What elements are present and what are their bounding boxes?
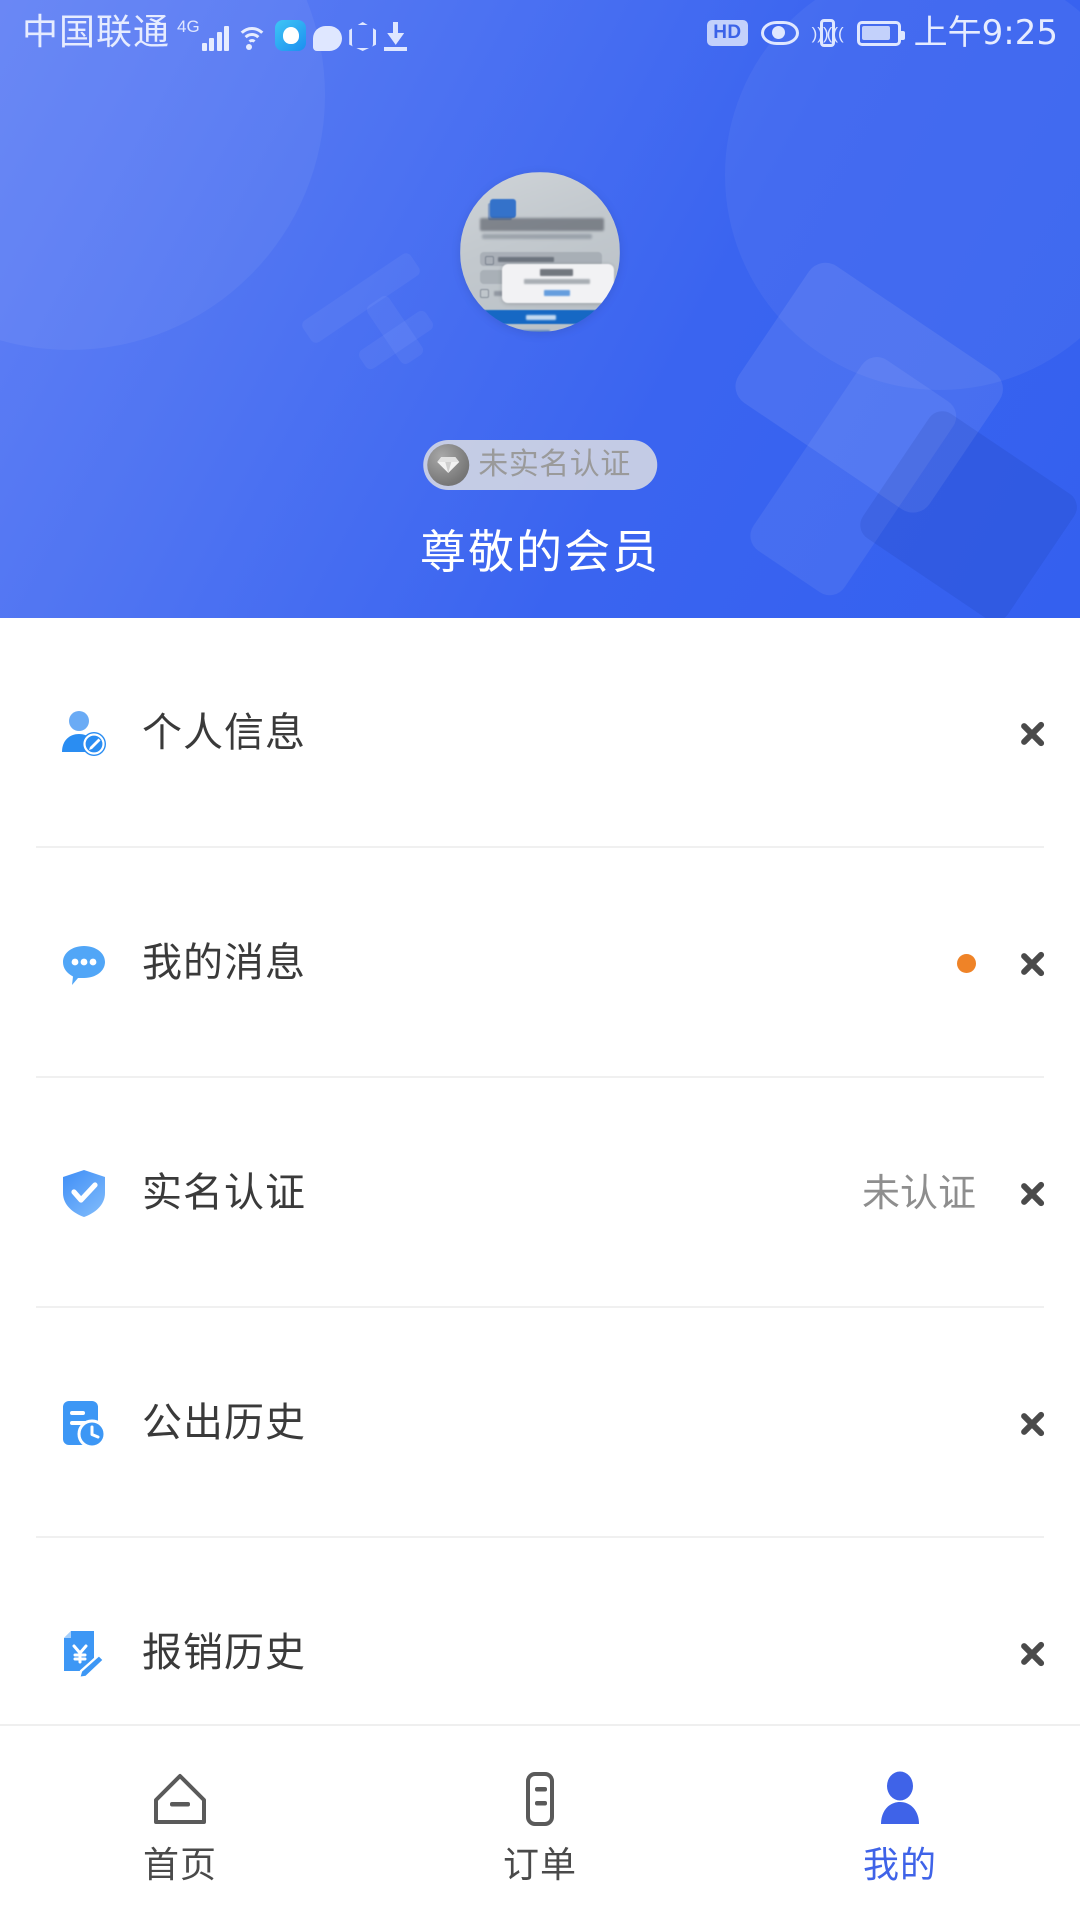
user-edit-icon	[56, 705, 112, 761]
menu-item-right	[957, 941, 1044, 985]
menu-item-real-name-verification[interactable]: 实名认证 未认证	[0, 1078, 1080, 1308]
bottom-tab-bar: 首页 订单 我的	[0, 1724, 1080, 1920]
menu-item-label: 报销历史	[142, 1630, 306, 1676]
app-screen: 未实名认证 尊敬的会员 中国联通 4G HD )))(((上午9:25 个人信…	[0, 0, 1080, 1920]
chevron-right-icon[interactable]	[1020, 1401, 1044, 1445]
decorative-zigzag-small	[296, 250, 446, 375]
carrier-name: 中国联通	[22, 12, 171, 53]
status-bar: 中国联通 4G HD )))((( 上午9:25	[0, 0, 1080, 66]
network-type-label: 4G	[177, 17, 200, 36]
menu-item-business-trip-history[interactable]: 公出历史	[0, 1308, 1080, 1538]
verification-status-value: 未认证	[861, 1171, 976, 1215]
tab-label: 我的	[862, 1845, 937, 1886]
chat-message-icon	[56, 935, 112, 991]
home-icon	[149, 1768, 211, 1830]
battery-icon	[856, 20, 905, 46]
hand-stop-icon	[349, 22, 376, 51]
signal-bars-icon: 4G	[177, 18, 230, 51]
receipt-yuan-pencil-icon	[56, 1625, 112, 1681]
document-clock-icon	[56, 1395, 112, 1451]
menu-item-right: 未认证	[862, 1171, 1044, 1215]
avatar[interactable]	[460, 172, 620, 332]
menu-item-personal-info[interactable]: 个人信息	[0, 618, 1080, 848]
menu-item-right	[1020, 1401, 1044, 1445]
chevron-right-icon[interactable]	[1020, 711, 1044, 755]
menu-item-label: 公出历史	[142, 1400, 306, 1446]
unread-dot-badge	[957, 953, 976, 973]
profile-person-icon	[869, 1768, 931, 1830]
menu-item-my-messages[interactable]: 我的消息	[0, 848, 1080, 1078]
customer-service-app-icon	[275, 20, 307, 51]
menu-item-label: 我的消息	[142, 940, 306, 986]
tab-orders[interactable]: 订单	[360, 1726, 720, 1920]
eye-care-icon	[760, 21, 799, 45]
chevron-right-icon[interactable]	[1020, 941, 1044, 985]
menu-item-right	[1020, 711, 1044, 755]
chat-bubble-icon	[313, 26, 343, 51]
chevron-right-icon[interactable]	[1020, 1631, 1044, 1675]
tab-mine[interactable]: 我的	[720, 1726, 1080, 1920]
menu-item-label: 实名认证	[142, 1170, 306, 1216]
profile-header: 未实名认证 尊敬的会员	[0, 0, 1080, 618]
chevron-right-icon[interactable]	[1020, 1171, 1044, 1215]
vibrate-icon: )))(((	[812, 18, 844, 48]
tab-home[interactable]: 首页	[0, 1726, 360, 1920]
download-icon	[383, 22, 408, 51]
menu-item-right	[1020, 1631, 1044, 1675]
verification-badge-label: 未实名认证	[478, 447, 631, 482]
menu-item-label: 个人信息	[142, 710, 306, 756]
profile-menu-list: 个人信息 我的消息 实名认证 未认证 公出历史 报销历史	[0, 618, 1080, 1768]
diamond-gem-icon	[427, 444, 470, 486]
member-title: 尊敬的会员	[420, 525, 660, 579]
wifi-icon	[236, 25, 269, 51]
avatar-image	[460, 172, 620, 332]
hd-badge-icon: HD	[707, 20, 748, 46]
decorative-zigzag-large	[727, 255, 1080, 618]
status-bar-right: HD )))((( 上午9:25	[707, 16, 1058, 50]
shield-check-icon	[56, 1165, 112, 1221]
tab-label: 首页	[142, 1845, 217, 1886]
status-bar-clock: 上午9:25	[913, 13, 1058, 53]
order-list-icon	[509, 1768, 571, 1830]
verification-badge[interactable]: 未实名认证	[423, 440, 657, 490]
tab-label: 订单	[502, 1845, 577, 1886]
status-bar-left: 中国联通 4G	[22, 15, 408, 51]
